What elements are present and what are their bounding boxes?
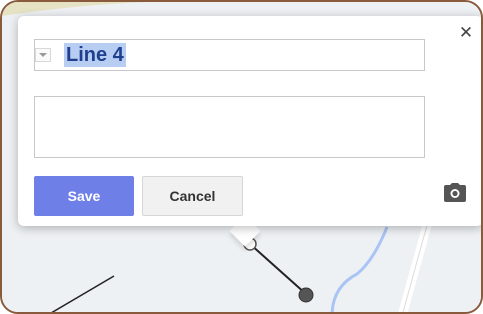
chevron-down-icon[interactable]: [35, 48, 51, 62]
cancel-button[interactable]: Cancel: [142, 176, 243, 216]
close-icon[interactable]: ✕: [455, 22, 477, 44]
app-frame: e C ✕ Line 4 Save Cancel: [0, 0, 483, 314]
save-button[interactable]: Save: [34, 176, 134, 216]
description-field[interactable]: [34, 96, 425, 158]
feature-edit-popup: ✕ Line 4 Save Cancel: [18, 16, 481, 226]
camera-lens: [452, 190, 458, 197]
polyline-vertex-handle[interactable]: [298, 287, 314, 303]
title-input-value[interactable]: Line 4: [64, 43, 126, 67]
camera-icon[interactable]: [442, 182, 468, 204]
